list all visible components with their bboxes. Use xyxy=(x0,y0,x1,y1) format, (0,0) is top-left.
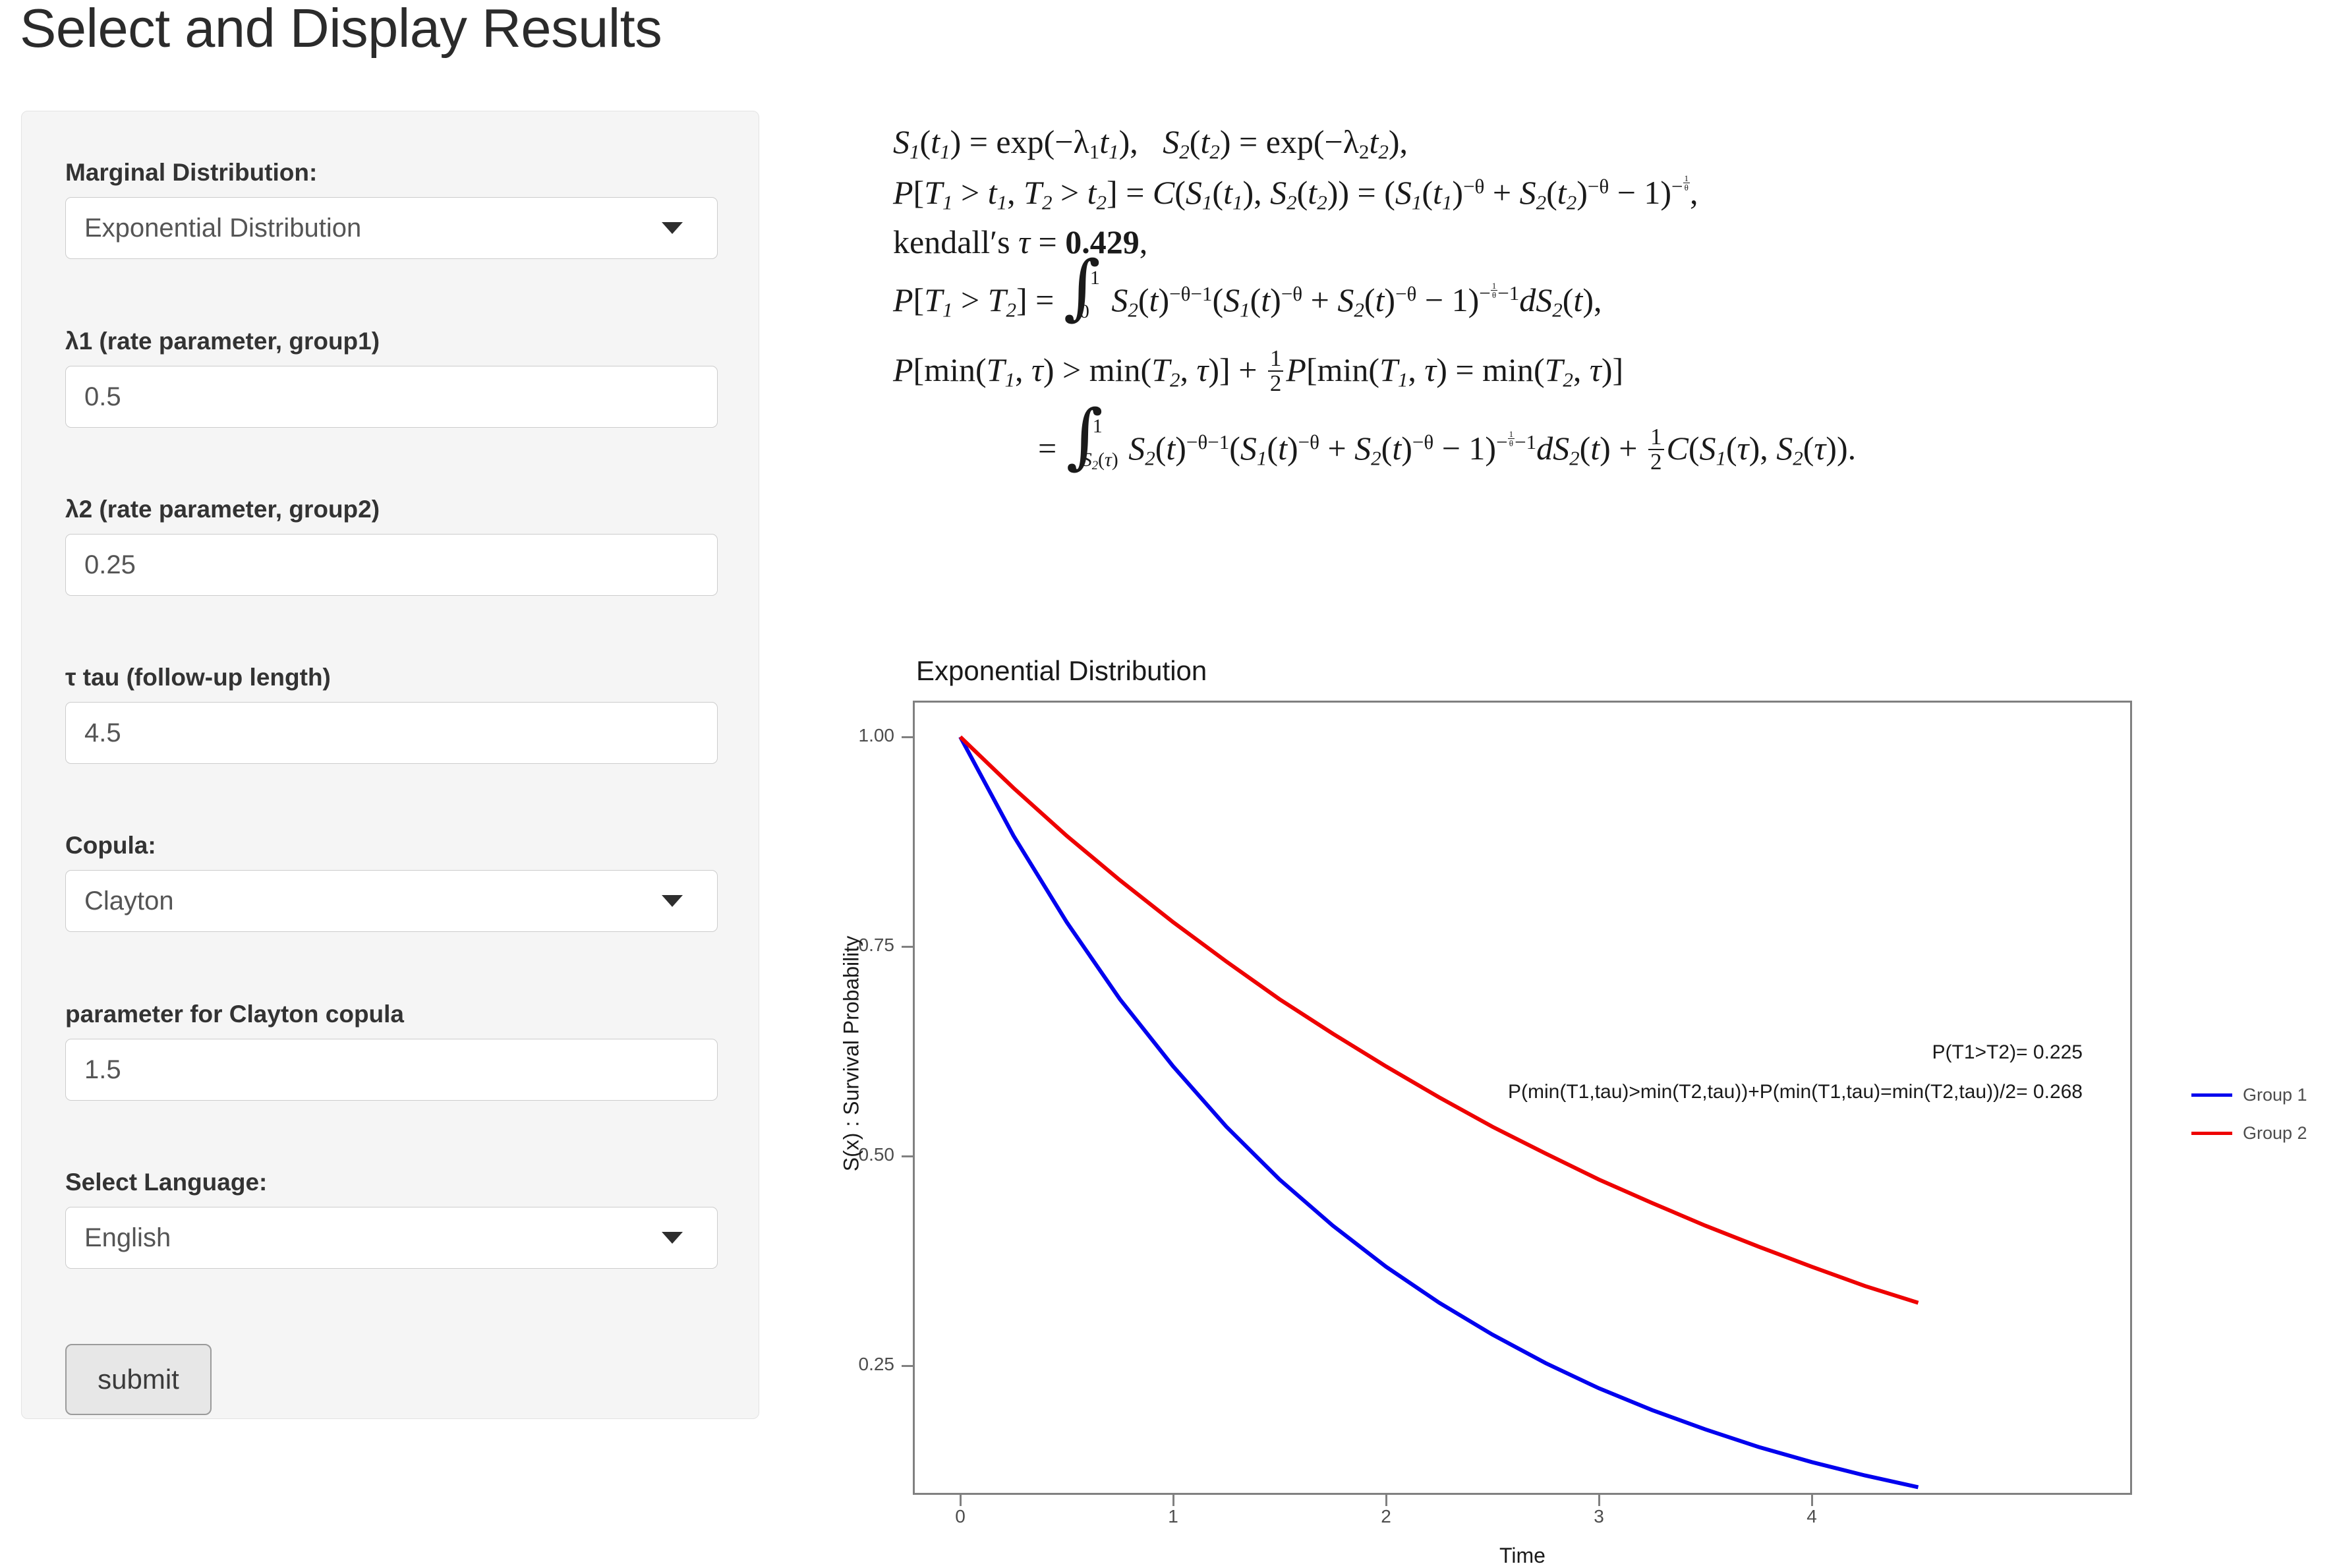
field-tau: τ tau (follow-up length) 4.5 xyxy=(65,664,718,764)
select-copula[interactable]: Clayton xyxy=(65,870,718,932)
label-copula-parameter: parameter for Clayton copula xyxy=(65,1001,405,1028)
formula-line-kendall: kendall′s τ = 0.429, xyxy=(893,223,1148,260)
select-marginal-distribution[interactable]: Exponential Distribution xyxy=(65,197,718,259)
submit-button[interactable]: submit xyxy=(65,1344,212,1415)
formula-line-mintau-expanded: = ∫ 1 S2(τ) S2(t)−θ−1(S1(t)−θ + S2(t)−θ − … xyxy=(1038,395,1857,478)
survival-plot: Exponential Distribution 1.00 0.75 0.50 0.2… xyxy=(811,646,2333,1567)
legend-label-group-1: Group 1 xyxy=(2243,1084,2307,1105)
integral-icon: ∫ 1 0 xyxy=(1063,246,1101,329)
label-tau: τ tau (follow-up length) xyxy=(65,664,331,691)
field-lambda2: λ2 (rate parameter, group2) 0.25 xyxy=(65,496,718,596)
survival-curves xyxy=(958,735,1919,1490)
legend-swatch-group-1 xyxy=(2191,1093,2232,1097)
curve-group-2 xyxy=(958,735,1919,1305)
input-lambda1-value: 0.5 xyxy=(84,382,121,411)
formula-block: S1(t1) = exp(−λ1t1), S2(t2) = exp(−λ2t2)… xyxy=(893,125,2310,486)
field-language: Select Language: English xyxy=(65,1169,718,1269)
field-copula-parameter: parameter for Clayton copula 1.5 xyxy=(65,1001,718,1101)
select-language-value: English xyxy=(84,1223,171,1252)
app-root: Select and Display Results Marginal Dist… xyxy=(0,0,2341,1568)
legend-item-group-1: Group 1 xyxy=(2191,1076,2341,1114)
input-lambda2[interactable]: 0.25 xyxy=(65,534,718,596)
field-marginal-distribution: Marginal Distribution: Exponential Distr… xyxy=(65,159,718,259)
field-copula: Copula: Clayton xyxy=(65,832,718,932)
legend-label-group-2: Group 2 xyxy=(2243,1122,2307,1143)
label-lambda1: λ1 (rate parameter, group1) xyxy=(65,328,380,355)
integral-icon: ∫ 1 S2(τ) xyxy=(1066,395,1118,478)
plot-legend: Group 1 Group 2 xyxy=(2191,1076,2341,1152)
select-language[interactable]: English xyxy=(65,1207,718,1269)
field-lambda1: λ1 (rate parameter, group1) 0.5 xyxy=(65,328,718,428)
chevron-down-icon xyxy=(662,1232,683,1244)
formula-line-mintau: P[min(T1, τ) > min(T2, τ)] + 1 2 P[min(T1,… xyxy=(893,345,1624,396)
input-copula-parameter-value: 1.5 xyxy=(84,1055,121,1084)
curve-group-1 xyxy=(958,736,1919,1490)
input-tau-value: 4.5 xyxy=(84,718,121,747)
input-lambda2-value: 0.25 xyxy=(84,550,136,579)
label-language: Select Language: xyxy=(65,1169,268,1196)
input-lambda1[interactable]: 0.5 xyxy=(65,366,718,428)
input-tau[interactable]: 4.5 xyxy=(65,702,718,764)
chevron-down-icon xyxy=(662,222,683,234)
formula-line-pt1gt2: P[T1 > T2] = ∫ 1 0 S2(t)−θ−1(S1(t)−θ + S2(… xyxy=(893,246,1602,329)
select-copula-value: Clayton xyxy=(84,886,174,915)
legend-item-group-2: Group 2 xyxy=(2191,1114,2341,1152)
input-copula-parameter[interactable]: 1.5 xyxy=(65,1039,718,1101)
formula-line-marginals: S1(t1) = exp(−λ1t1), S2(t2) = exp(−λ2t2)… xyxy=(893,123,1408,163)
page-title: Select and Display Results xyxy=(20,0,662,59)
label-copula: Copula: xyxy=(65,832,156,859)
select-marginal-distribution-value: Exponential Distribution xyxy=(84,213,362,243)
legend-swatch-group-2 xyxy=(2191,1131,2232,1135)
label-lambda2: λ2 (rate parameter, group2) xyxy=(65,496,380,523)
formula-line-copula: P[T1 > t1, T2 > t2] = C(S1(t1), S2(t2)) … xyxy=(893,173,1698,214)
label-marginal-distribution: Marginal Distribution: xyxy=(65,159,318,186)
chevron-down-icon xyxy=(662,895,683,907)
input-form-panel: Marginal Distribution: Exponential Distr… xyxy=(21,111,759,1419)
